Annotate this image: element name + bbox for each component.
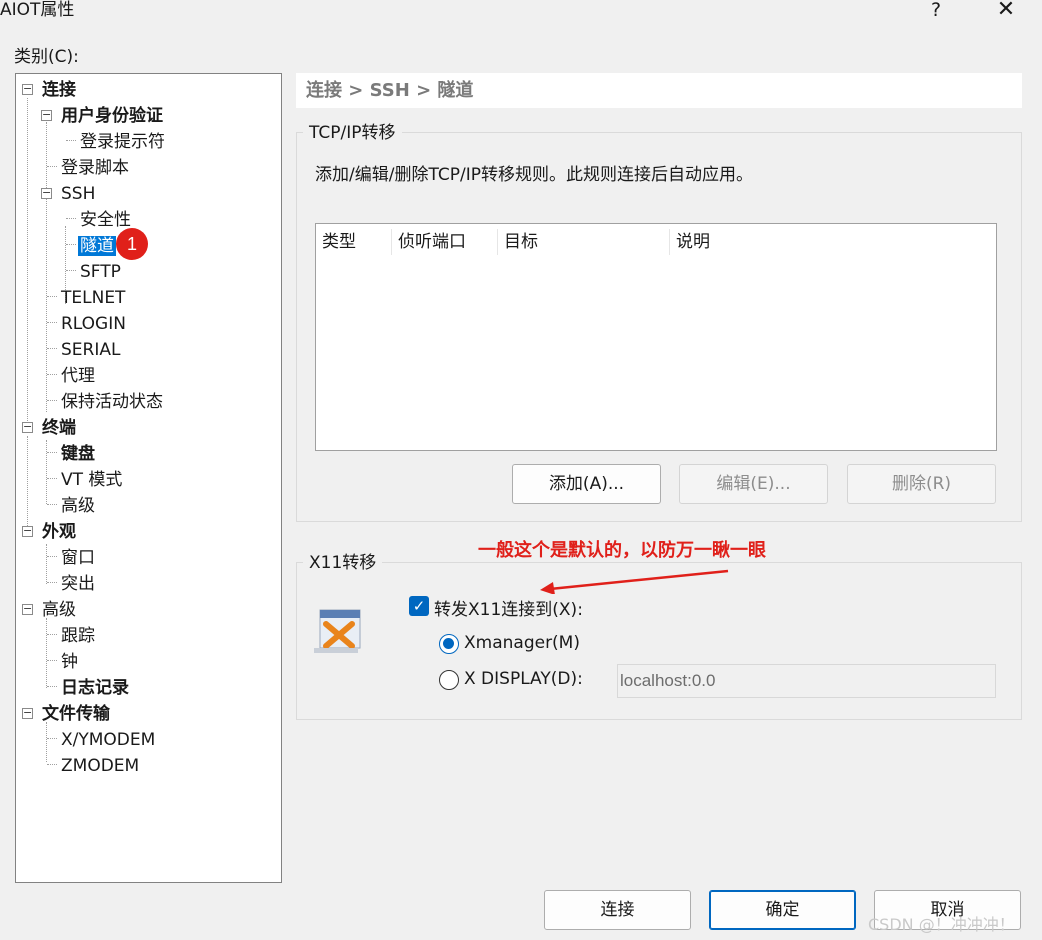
watermark: CSDN @！冲冲冲！ [868,915,1015,934]
collapse-icon[interactable]: − [22,421,33,433]
xdisplay-radio-label[interactable]: X DISPLAY(D): [464,669,583,689]
category-tree[interactable]: − − − − − − − 连接 用户身份验证 登录提示符 登录脚本 SSH 安… [15,73,282,883]
tree-item-telnet[interactable]: TELNET [59,286,127,310]
tree-item-terminal-advanced[interactable]: 高级 [59,494,97,518]
xdisplay-input[interactable] [617,664,996,698]
tree-item-connection[interactable]: 连接 [40,78,78,102]
category-label: 类别(C): [14,47,79,67]
tree-item-xymodem[interactable]: X/YMODEM [59,728,157,752]
tree-item-sftp[interactable]: SFTP [78,260,123,284]
close-icon: ✕ [996,0,1016,22]
tree-item-ssh[interactable]: SSH [59,182,97,206]
tree-item-login-script[interactable]: 登录脚本 [59,156,131,180]
tree-item-vt-mode[interactable]: VT 模式 [59,468,124,492]
collapse-icon[interactable]: − [22,603,33,615]
edit-rule-button[interactable]: 编辑(E)... [679,464,828,504]
tree-item-advanced[interactable]: 高级 [40,598,78,622]
tree-item-keepalive[interactable]: 保持活动状态 [59,390,165,414]
tcp-group-title: TCP/IP转移 [303,123,402,143]
ok-button[interactable]: 确定 [709,890,856,930]
tree-item-terminal[interactable]: 终端 [40,416,78,440]
collapse-icon[interactable]: − [41,187,52,199]
xmanager-radio-label[interactable]: Xmanager(M) [464,633,580,653]
tree-item-login-prompt[interactable]: 登录提示符 [78,130,167,154]
xdisplay-radio[interactable] [439,670,459,690]
tree-item-appearance[interactable]: 外观 [40,520,78,544]
forward-x11-label[interactable]: 转发X11连接到(X): [434,595,583,620]
tree-item-clock[interactable]: 钟 [59,650,80,674]
tree-item-file-transfer[interactable]: 文件传输 [40,702,112,726]
column-header-type[interactable]: 类型 [316,229,392,255]
close-button[interactable]: ✕ [986,0,1026,22]
tree-item-tunnel[interactable]: 隧道 [78,234,116,258]
tree-item-keyboard[interactable]: 键盘 [59,442,97,466]
xmanager-logo-icon [314,609,361,653]
step-badge: 1 [116,228,148,260]
column-header-description[interactable]: 说明 [670,229,790,255]
help-button[interactable]: ? [916,0,956,22]
collapse-icon[interactable]: − [41,109,52,121]
annotation-text: 一般这个是默认的，以防万一瞅一眼 [478,540,766,561]
add-rule-button[interactable]: 添加(A)... [512,464,661,504]
delete-rule-button[interactable]: 删除(R) [847,464,996,504]
column-header-listen-port[interactable]: 侦听端口 [392,229,498,255]
tree-item-serial[interactable]: SERIAL [59,338,122,362]
xmanager-radio[interactable] [439,634,459,654]
forwarding-rules-table[interactable]: 类型 侦听端口 目标 说明 [315,223,997,451]
collapse-icon[interactable]: − [22,525,33,537]
connect-button[interactable]: 连接 [544,890,691,930]
x11-group-title: X11转移 [303,553,383,573]
tree-item-zmodem[interactable]: ZMODEM [59,754,141,778]
tree-item-highlight[interactable]: 突出 [59,572,97,596]
tree-item-proxy[interactable]: 代理 [59,364,97,388]
collapse-icon[interactable]: − [22,83,33,95]
tree-item-window[interactable]: 窗口 [59,546,97,570]
tree-item-authentication[interactable]: 用户身份验证 [59,104,165,128]
collapse-icon[interactable]: − [22,707,33,719]
window-title: AIOT属性 [0,0,75,20]
tree-item-logging[interactable]: 日志记录 [59,676,131,700]
tree-item-trace[interactable]: 跟踪 [59,624,97,648]
column-header-target[interactable]: 目标 [498,229,670,255]
tcp-description: 添加/编辑/删除TCP/IP转移规则。此规则连接后自动应用。 [315,165,753,185]
tree-item-rlogin[interactable]: RLOGIN [59,312,128,336]
breadcrumb: 连接 > SSH > 隧道 [296,73,1022,108]
forward-x11-checkbox[interactable]: ✓ [409,596,429,616]
